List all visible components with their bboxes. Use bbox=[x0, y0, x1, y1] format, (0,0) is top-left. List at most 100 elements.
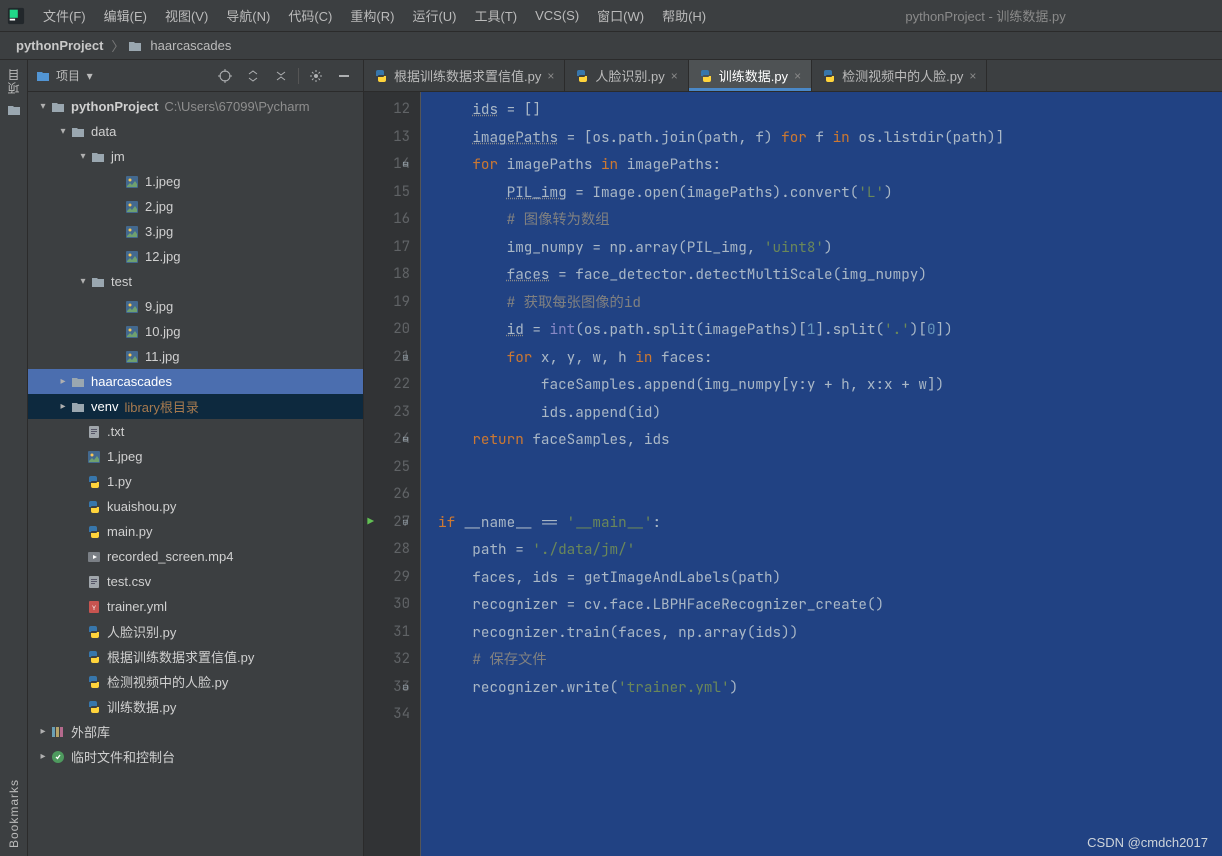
locate-icon[interactable] bbox=[214, 65, 236, 87]
project-tree[interactable]: ▾pythonProjectC:\Users\67099\Pycharm▾dat… bbox=[28, 92, 363, 856]
tree-icon bbox=[124, 299, 140, 315]
menubar: 文件(F) 编辑(E) 视图(V) 导航(N) 代码(C) 重构(R) 运行(U… bbox=[0, 0, 1222, 32]
tree-label: 1.jpeg bbox=[107, 449, 142, 464]
hide-panel-icon[interactable] bbox=[333, 65, 355, 87]
menu-tools[interactable]: 工具(T) bbox=[465, 2, 526, 29]
editor-area: 根据训练数据求置信值.py×人脸识别.py×训练数据.py×检测视频中的人脸.p… bbox=[364, 60, 1222, 856]
menu-window[interactable]: 窗口(W) bbox=[588, 2, 653, 29]
breadcrumb: pythonProject 〉 haarcascades bbox=[0, 32, 1222, 60]
tree-label: 3.jpg bbox=[145, 224, 173, 239]
python-file-icon bbox=[822, 69, 836, 83]
tree-file[interactable]: 3.jpg bbox=[28, 219, 363, 244]
menu-view[interactable]: 视图(V) bbox=[156, 2, 217, 29]
tree-icon bbox=[70, 124, 86, 140]
tree-label: test bbox=[111, 274, 132, 289]
tool-project-tab[interactable]: 项目 bbox=[5, 68, 22, 94]
run-gutter-icon[interactable]: ▶ bbox=[367, 509, 374, 537]
tree-file[interactable]: .txt bbox=[28, 419, 363, 444]
tree-node[interactable]: ▾test bbox=[28, 269, 363, 294]
tree-label: 9.jpg bbox=[145, 299, 173, 314]
tree-node[interactable]: ▾data bbox=[28, 119, 363, 144]
tree-file[interactable]: kuaishou.py bbox=[28, 494, 363, 519]
tree-label: 训练数据.py bbox=[107, 697, 176, 716]
tree-icon bbox=[86, 524, 102, 540]
editor-gutter[interactable]: 1213⊟14151617181920⊟212223⊟242526▶⊟27282… bbox=[364, 92, 420, 856]
fold-icon[interactable]: ⊟ bbox=[403, 674, 408, 702]
project-icon bbox=[36, 70, 50, 82]
tree-file[interactable]: 1.py bbox=[28, 469, 363, 494]
menu-code[interactable]: 代码(C) bbox=[279, 2, 341, 29]
menu-nav[interactable]: 导航(N) bbox=[217, 2, 279, 29]
tree-label: 11.jpg bbox=[145, 349, 179, 364]
editor-tab[interactable]: 根据训练数据求置信值.py× bbox=[364, 60, 565, 91]
close-icon[interactable]: × bbox=[794, 69, 801, 83]
menu-vcs[interactable]: VCS(S) bbox=[526, 4, 588, 27]
tree-file[interactable]: 2.jpg bbox=[28, 194, 363, 219]
tree-file[interactable]: 12.jpg bbox=[28, 244, 363, 269]
editor-tab[interactable]: 训练数据.py × bbox=[689, 60, 812, 91]
status-watermark: CSDN @cmdch2017 bbox=[1087, 835, 1208, 850]
tree-node[interactable]: ▾jm bbox=[28, 144, 363, 169]
tree-file[interactable]: 根据训练数据求置信值.py bbox=[28, 644, 363, 669]
left-tool-strip: 项目 Bookmarks bbox=[0, 60, 28, 856]
tree-label: .txt bbox=[107, 424, 124, 439]
close-icon[interactable]: × bbox=[671, 69, 678, 83]
tree-external-libs[interactable]: ▸外部库 bbox=[28, 719, 363, 744]
tree-icon bbox=[70, 374, 86, 390]
tree-file[interactable]: 11.jpg bbox=[28, 344, 363, 369]
tree-icon bbox=[86, 624, 102, 640]
editor-tab[interactable]: 检测视频中的人脸.py× bbox=[812, 60, 987, 91]
breadcrumb-project[interactable]: pythonProject bbox=[12, 38, 107, 53]
tree-icon bbox=[50, 749, 66, 765]
tree-venv[interactable]: ▸venvlibrary根目录 bbox=[28, 394, 363, 419]
code-editor[interactable]: ids = [] imagePaths = [os.path.join(path… bbox=[434, 92, 1222, 856]
tree-icon bbox=[124, 324, 140, 340]
tree-label: haarcascades bbox=[91, 374, 172, 389]
fold-icon[interactable]: ⊟ bbox=[403, 509, 408, 537]
tool-bookmarks-tab[interactable]: Bookmarks bbox=[7, 779, 21, 848]
tree-file[interactable]: 1.jpeg bbox=[28, 169, 363, 194]
close-icon[interactable]: × bbox=[969, 69, 976, 83]
tree-root[interactable]: ▾pythonProjectC:\Users\67099\Pycharm bbox=[28, 94, 363, 119]
tree-icon bbox=[70, 399, 86, 415]
tree-icon bbox=[90, 149, 106, 165]
tree-icon bbox=[50, 99, 66, 115]
tab-label: 人脸识别.py bbox=[595, 66, 664, 85]
menu-help[interactable]: 帮助(H) bbox=[653, 2, 715, 29]
tree-label: recorded_screen.mp4 bbox=[107, 549, 233, 564]
expand-all-icon[interactable] bbox=[242, 65, 264, 87]
tree-scratches[interactable]: ▸临时文件和控制台 bbox=[28, 744, 363, 769]
fold-icon[interactable]: ⊟ bbox=[403, 344, 408, 372]
tree-icon bbox=[86, 649, 102, 665]
tree-haarcascades[interactable]: ▸haarcascades bbox=[28, 369, 363, 394]
tab-label: 训练数据.py bbox=[719, 66, 788, 85]
tree-label: trainer.yml bbox=[107, 599, 167, 614]
python-file-icon bbox=[699, 69, 713, 83]
tree-label: data bbox=[91, 124, 116, 139]
tree-file[interactable]: Ytrainer.yml bbox=[28, 594, 363, 619]
tree-file[interactable]: 训练数据.py bbox=[28, 694, 363, 719]
tree-file[interactable]: recorded_screen.mp4 bbox=[28, 544, 363, 569]
menu-edit[interactable]: 编辑(E) bbox=[95, 2, 156, 29]
close-icon[interactable]: × bbox=[547, 69, 554, 83]
tree-file[interactable]: 9.jpg bbox=[28, 294, 363, 319]
python-file-icon bbox=[374, 69, 388, 83]
breadcrumb-folder[interactable]: haarcascades bbox=[146, 38, 235, 53]
tree-file[interactable]: 检测视频中的人脸.py bbox=[28, 669, 363, 694]
tree-file[interactable]: main.py bbox=[28, 519, 363, 544]
menu-refactor[interactable]: 重构(R) bbox=[341, 2, 403, 29]
tree-file[interactable]: 1.jpeg bbox=[28, 444, 363, 469]
python-file-icon bbox=[575, 69, 589, 83]
editor-tab[interactable]: 人脸识别.py × bbox=[565, 60, 688, 91]
tree-file[interactable]: 10.jpg bbox=[28, 319, 363, 344]
menu-file[interactable]: 文件(F) bbox=[34, 2, 95, 29]
tree-label: 根据训练数据求置信值.py bbox=[107, 647, 254, 666]
tree-label: 10.jpg bbox=[145, 324, 180, 339]
settings-icon[interactable] bbox=[305, 65, 327, 87]
fold-icon[interactable]: ⊟ bbox=[403, 151, 408, 179]
collapse-all-icon[interactable] bbox=[270, 65, 292, 87]
tree-file[interactable]: 人脸识别.py bbox=[28, 619, 363, 644]
fold-icon[interactable]: ⊟ bbox=[403, 426, 408, 454]
tree-file[interactable]: test.csv bbox=[28, 569, 363, 594]
menu-run[interactable]: 运行(U) bbox=[403, 2, 465, 29]
